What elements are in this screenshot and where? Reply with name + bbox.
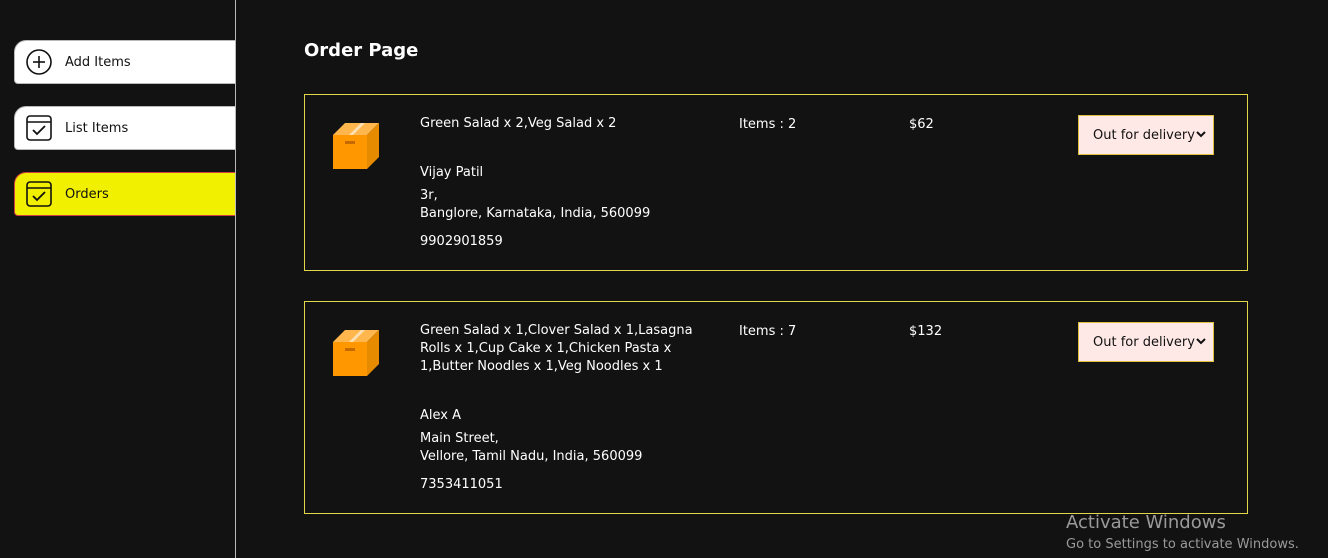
activate-windows-title: Activate Windows — [1066, 512, 1226, 533]
address-line-1: Main Street, — [420, 431, 499, 446]
sidebar-item-orders[interactable]: Orders — [14, 172, 235, 216]
sidebar-item-add-items[interactable]: Add Items — [14, 40, 235, 84]
customer-phone: 7353411051 — [420, 477, 503, 492]
item-count: Items : 7 — [739, 324, 797, 339]
checklist-icon — [25, 114, 53, 142]
status-value: Out for delivery — [1093, 127, 1195, 143]
customer-name: Vijay Patil — [420, 165, 484, 180]
address-line-2: Vellore, Tamil Nadu, India, 560099 — [420, 449, 643, 464]
sidebar-item-list-items[interactable]: List Items — [14, 106, 235, 150]
sidebar: Add Items List Items Orders — [0, 0, 236, 558]
address-line-2: Banglore, Karnataka, India, 560099 — [420, 206, 651, 221]
status-select[interactable]: Out for delivery — [1078, 115, 1214, 155]
sidebar-item-label: Add Items — [65, 54, 131, 70]
order-card: Green Salad x 2,Veg Salad x 2 Vijay Pati… — [304, 94, 1248, 271]
order-card: Green Salad x 1,Clover Salad x 1,Lasagna… — [304, 301, 1248, 514]
order-items: Green Salad x 2,Veg Salad x 2 — [420, 116, 617, 131]
sidebar-item-label: Orders — [65, 186, 109, 202]
order-amount: $132 — [909, 324, 943, 339]
address-line-1: 3r, — [420, 188, 438, 203]
chevron-down-icon — [1195, 335, 1207, 351]
customer-address: 3r, Banglore, Karnataka, India, 560099 — [420, 187, 650, 223]
order-items: Green Salad x 1,Clover Salad x 1,Lasagna… — [420, 323, 693, 374]
order-amount: $62 — [909, 117, 934, 132]
status-select[interactable]: Out for delivery — [1078, 322, 1214, 362]
customer-name: Alex A — [420, 408, 461, 423]
customer-address: Main Street, Vellore, Tamil Nadu, India,… — [420, 430, 642, 466]
item-count: Items : 2 — [739, 117, 797, 132]
plus-circle-icon — [25, 48, 53, 76]
parcel-box-icon — [331, 121, 379, 175]
chevron-down-icon — [1195, 128, 1207, 144]
checklist-icon — [25, 180, 53, 208]
sidebar-item-label: List Items — [65, 120, 129, 136]
parcel-box-icon — [331, 328, 379, 382]
customer-phone: 9902901859 — [420, 234, 503, 249]
status-value: Out for delivery — [1093, 334, 1195, 350]
page-title: Order Page — [304, 40, 419, 61]
activate-windows-subtitle: Go to Settings to activate Windows. — [1066, 537, 1299, 552]
